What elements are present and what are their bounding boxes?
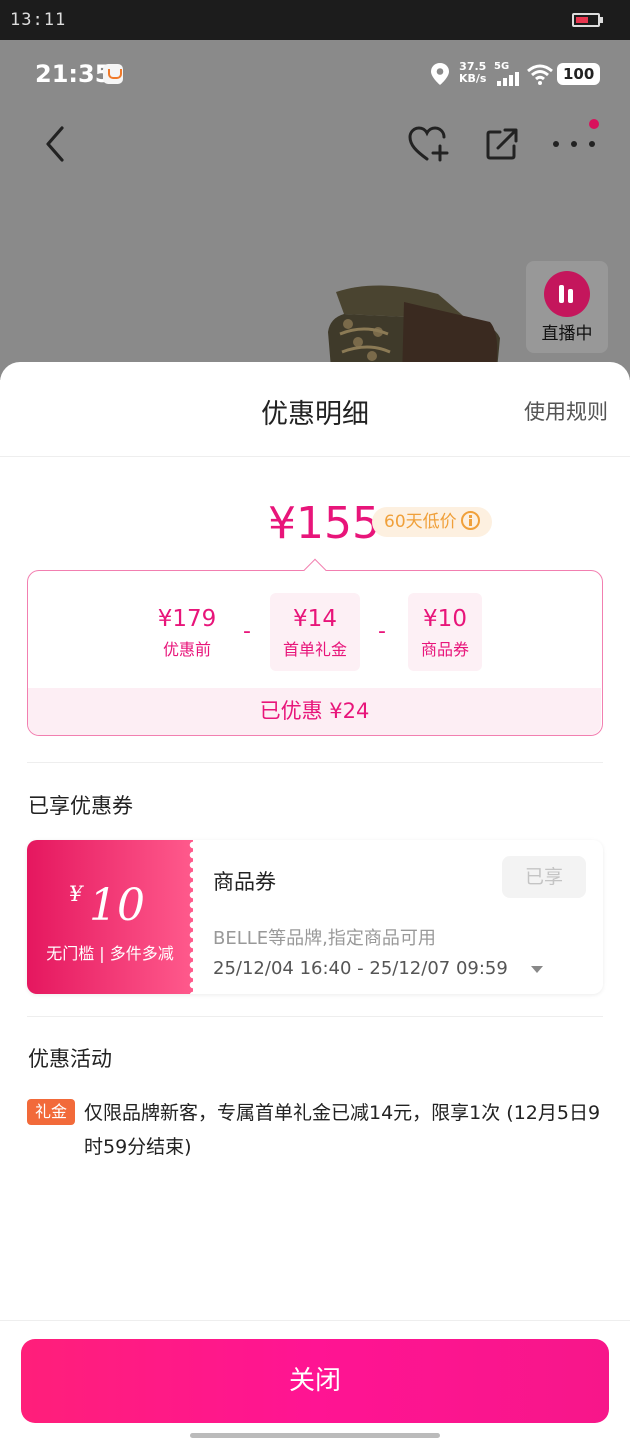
- product-coupon-label: 商品券: [420, 640, 469, 659]
- signal-icon: [497, 72, 519, 86]
- minus-sign: -: [378, 619, 386, 644]
- final-price: ¥155: [268, 498, 380, 549]
- coupon-name: 商品券: [213, 870, 276, 894]
- notification-dot: [589, 119, 599, 129]
- first-order-gift-label: 首单礼金: [282, 640, 347, 659]
- callout-caret: [303, 558, 327, 582]
- gift-money-tag: 礼金: [27, 1099, 75, 1125]
- low-price-label: 60天低价: [384, 512, 457, 532]
- battery-tip: [600, 17, 603, 23]
- divider: [27, 762, 603, 763]
- system-clock: 13:11: [10, 10, 67, 30]
- back-arrow-icon[interactable]: [40, 122, 72, 166]
- first-order-gift-amount: ¥14: [293, 606, 337, 632]
- coupon-description: BELLE等品牌,指定商品可用: [213, 928, 436, 949]
- divider: [0, 456, 630, 457]
- coupon-condition: 无门槛 | 多件多减: [46, 944, 174, 963]
- product-page-background: 21:35 37.5 KB/s 5G 100 直播中: [0, 40, 630, 380]
- original-price-amount: ¥179: [157, 606, 217, 632]
- first-order-gift-item: ¥14 首单礼金: [270, 593, 360, 671]
- discount-detail-sheet: 优惠明细 使用规则 ¥155 60天低价 ¥179 优惠前 - ¥14 首单礼金…: [0, 362, 630, 1440]
- product-coupon-amount: ¥10: [423, 606, 467, 632]
- coupon-currency: ¥: [69, 882, 83, 906]
- product-coupon-item: ¥10 商品券: [408, 593, 482, 671]
- phone-status-bar: 21:35 37.5 KB/s 5G 100: [0, 40, 630, 110]
- close-button[interactable]: 关闭: [21, 1339, 609, 1423]
- app-notification-icon: [103, 64, 123, 84]
- network-type: 5G: [494, 61, 510, 72]
- coupon-status-button[interactable]: 已享: [502, 856, 586, 898]
- network-speed: 37.5 KB/s: [459, 61, 486, 85]
- low-price-tag[interactable]: 60天低价: [372, 507, 492, 537]
- usage-rules-link[interactable]: 使用规则: [524, 396, 608, 426]
- original-price-item: ¥179 优惠前: [142, 593, 232, 671]
- phone-clock: 21:35: [35, 60, 112, 88]
- activity-description: 仅限品牌新客，专属首单礼金已减14元，限享1次 (12月5日9时59分结束): [84, 1102, 601, 1158]
- original-price-label: 优惠前: [162, 640, 211, 659]
- coupon-value-panel: ¥ 10 无门槛 | 多件多减: [27, 840, 198, 994]
- live-stream-label: 直播中: [541, 324, 593, 344]
- total-saved: 已优惠 ¥24: [28, 688, 601, 735]
- location-icon: [431, 63, 449, 85]
- info-icon: [460, 511, 480, 530]
- coupon-value: 10: [89, 880, 145, 931]
- price-calculation: ¥179 优惠前 - ¥14 首单礼金 - ¥10 商品券 已优惠 ¥24: [27, 558, 603, 736]
- add-favorite-icon[interactable]: [406, 124, 450, 164]
- battery-icon: [572, 13, 600, 27]
- share-icon[interactable]: [484, 126, 520, 162]
- home-indicator[interactable]: [190, 1433, 440, 1438]
- more-icon[interactable]: [552, 136, 596, 152]
- live-stream-icon: [544, 271, 590, 317]
- live-stream-badge[interactable]: 直播中: [526, 261, 608, 353]
- system-status-bar: 13:11: [0, 0, 630, 40]
- network-speed-unit: KB/s: [459, 72, 487, 85]
- coupon-scallop-edge: [188, 840, 198, 994]
- wifi-icon: [527, 64, 553, 85]
- coupons-section-title: 已享优惠券: [28, 794, 133, 818]
- minus-sign: -: [243, 619, 251, 644]
- coupon-validity: 25/12/04 16:40 - 25/12/07 09:59: [213, 958, 508, 979]
- activities-section-title: 优惠活动: [28, 1047, 112, 1071]
- coupon-card[interactable]: ¥ 10 无门槛 | 多件多减 商品券 已享 BELLE等品牌,指定商品可用 2…: [27, 840, 603, 994]
- battery-level: 100: [557, 63, 601, 85]
- chevron-down-icon[interactable]: [531, 966, 543, 973]
- divider: [27, 1016, 603, 1017]
